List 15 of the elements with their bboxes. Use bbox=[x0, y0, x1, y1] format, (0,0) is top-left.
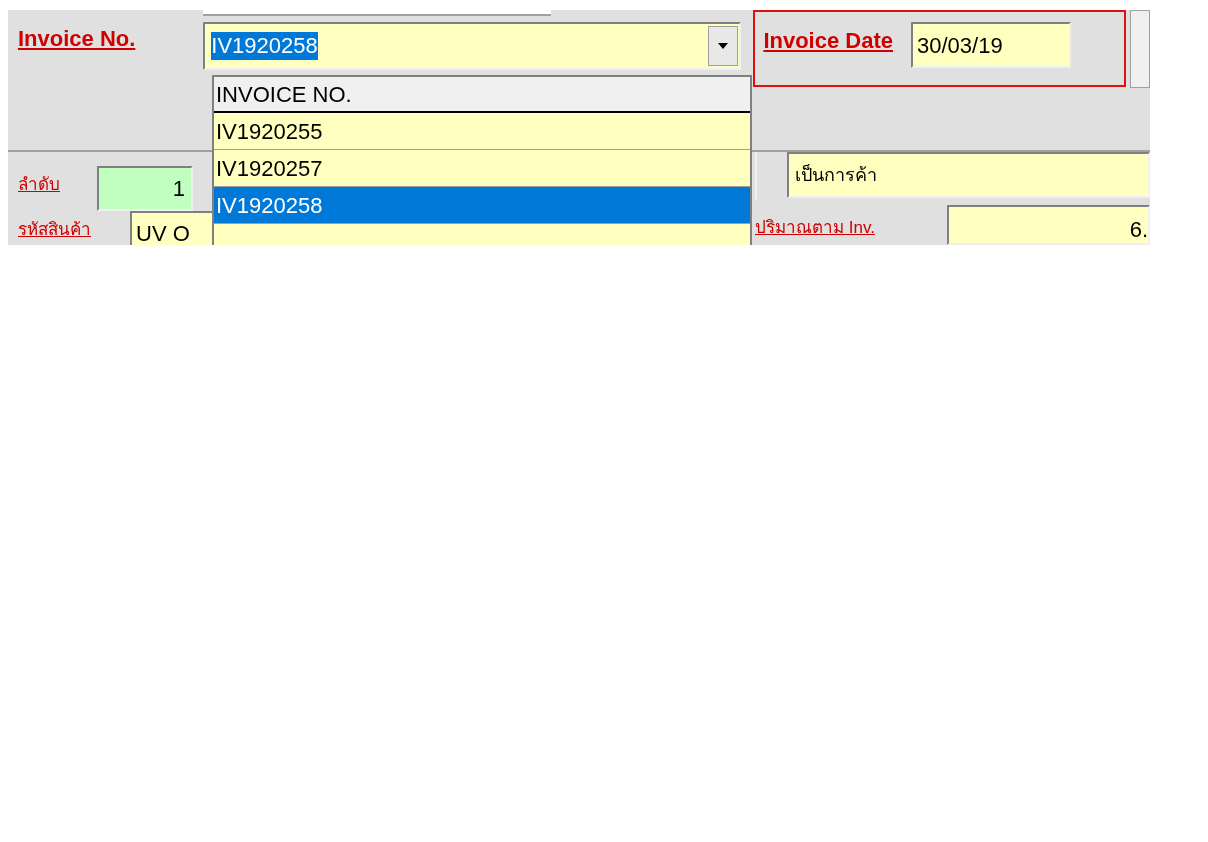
product-code-label: รหัสสินค้า bbox=[18, 219, 92, 241]
sequence-label: ลำดับ bbox=[18, 174, 61, 196]
list-item[interactable]: IV1920258 bbox=[214, 187, 750, 224]
dropdown-button[interactable] bbox=[708, 26, 739, 66]
invoice-date-label: Invoice Date bbox=[763, 27, 893, 55]
invoice-date-field[interactable]: 30/03/19 bbox=[911, 22, 1071, 68]
caret-icon bbox=[718, 43, 729, 49]
quantity-field[interactable]: 6. bbox=[947, 205, 1150, 245]
sequence-field[interactable]: 1 bbox=[97, 166, 193, 211]
invoice-no-value: IV1920258 bbox=[211, 32, 318, 60]
invoice-no-label: Invoice No. bbox=[18, 26, 136, 51]
quantity-label: ปริมาณตาม Inv. bbox=[755, 217, 876, 239]
list-header: INVOICE NO. bbox=[214, 77, 750, 113]
invoice-no-combobox[interactable]: IV1920258 bbox=[203, 22, 742, 70]
trade-type-field[interactable]: เป็นการค้า bbox=[787, 152, 1150, 198]
